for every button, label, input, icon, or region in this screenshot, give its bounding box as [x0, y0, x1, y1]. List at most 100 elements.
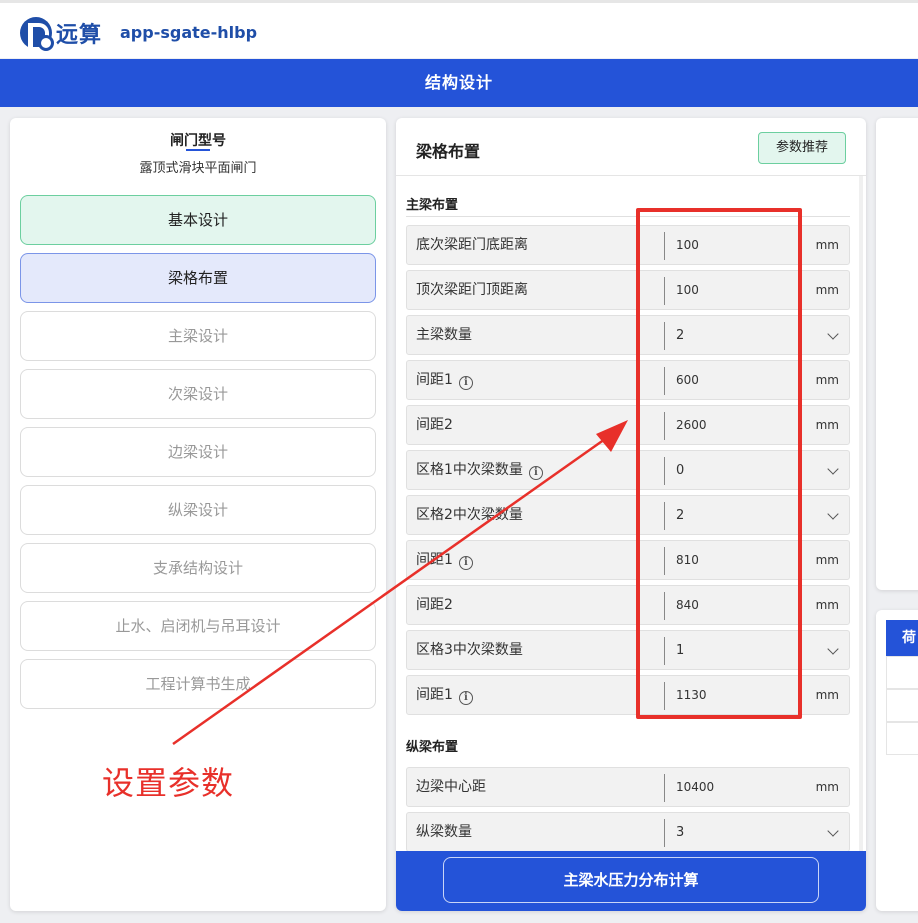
unit-label: mm: [815, 598, 839, 612]
unit-label: mm: [815, 553, 839, 567]
step-item[interactable]: 边梁设计: [20, 427, 376, 477]
field-label: 间距2: [416, 406, 453, 444]
field-label: 底次梁距门底距离: [416, 226, 528, 264]
form-row: 主梁数量: [406, 315, 850, 355]
form-row: 间距1 i mm: [406, 540, 850, 580]
chevron-down-icon[interactable]: [827, 328, 839, 340]
top-bar: 远算 app-sgate-hlbp: [0, 0, 918, 58]
info-icon[interactable]: i: [458, 556, 473, 570]
field-divider: [664, 682, 665, 710]
form-row: 间距2 mm: [406, 405, 850, 445]
logo-icon: [20, 17, 54, 51]
field-label-text: 区格3中次梁数量: [416, 642, 523, 658]
field-label-text: 间距1: [416, 687, 453, 703]
field-label-text: 间距2: [416, 417, 453, 433]
value-input[interactable]: [666, 587, 806, 623]
field-divider: [664, 277, 665, 305]
value-input[interactable]: [666, 542, 806, 578]
info-icon[interactable]: i: [458, 691, 473, 705]
field-label-text: 主梁数量: [416, 327, 472, 343]
right-load-panel: 荷: [876, 610, 918, 911]
form-row: 边梁中心距 mm: [406, 767, 850, 807]
form-row: 区格1中次梁数量 i: [406, 450, 850, 490]
panel-title: 梁格布置: [416, 142, 481, 161]
count-select[interactable]: [666, 497, 806, 533]
value-input[interactable]: [666, 227, 806, 263]
chevron-down-icon[interactable]: [827, 463, 839, 475]
unit-label: mm: [815, 418, 839, 432]
logo[interactable]: 远算: [20, 17, 102, 51]
field-label-text: 间距1: [416, 552, 453, 568]
info-icon[interactable]: i: [458, 376, 473, 390]
count-select[interactable]: [666, 814, 806, 850]
value-input[interactable]: [666, 362, 806, 398]
count-select[interactable]: [666, 452, 806, 488]
field-divider: [664, 232, 665, 260]
field-label-text: 边梁中心距: [416, 779, 486, 795]
annotation-label: 设置参数: [102, 764, 235, 802]
load-tab[interactable]: 荷: [886, 620, 918, 656]
value-input[interactable]: [666, 677, 806, 713]
page-title: 结构设计: [0, 59, 918, 107]
field-label: 区格3中次梁数量: [416, 631, 523, 669]
step-item[interactable]: 基本设计: [20, 195, 376, 245]
chevron-down-icon[interactable]: [827, 825, 839, 837]
form-row: 顶次梁距门顶距离 mm: [406, 270, 850, 310]
unit-label: mm: [815, 283, 839, 297]
gate-type-value: 露顶式滑块平面闸门: [139, 161, 257, 176]
chevron-down-icon[interactable]: [827, 508, 839, 520]
field-label-text: 纵梁数量: [416, 824, 472, 840]
footer-bar: 主梁水压力分布计算: [396, 851, 866, 911]
form-row: 纵梁数量: [406, 812, 850, 852]
field-divider: [664, 637, 665, 665]
scrollbar[interactable]: [859, 176, 863, 856]
unit-label: mm: [815, 238, 839, 252]
form-row: 间距2 mm: [406, 585, 850, 625]
step-item[interactable]: 止水、启闭机与吊耳设计: [20, 601, 376, 651]
field-label-text: 间距2: [416, 597, 453, 613]
form-row: 底次梁距门底距离 mm: [406, 225, 850, 265]
calc-pressure-button[interactable]: 主梁水压力分布计算: [443, 857, 819, 903]
gate-type-label: 闸门型号: [170, 133, 226, 149]
field-label: 间距1 i: [416, 361, 473, 399]
step-item[interactable]: 支承结构设计: [20, 543, 376, 593]
step-item[interactable]: 主梁设计: [20, 311, 376, 361]
form-row: 间距1 i mm: [406, 360, 850, 400]
step-item[interactable]: 工程计算书生成: [20, 659, 376, 709]
step-item[interactable]: 纵梁设计: [20, 485, 376, 535]
step-item[interactable]: 梁格布置: [20, 253, 376, 303]
value-input[interactable]: [666, 272, 806, 308]
field-label: 间距1 i: [416, 676, 473, 714]
app-name: app-sgate-hlbp: [120, 23, 258, 42]
recommend-params-button[interactable]: 参数推荐: [758, 132, 846, 164]
field-divider: [664, 412, 665, 440]
form-row: 区格3中次梁数量: [406, 630, 850, 670]
field-label: 间距1 i: [416, 541, 473, 579]
table-row: [886, 689, 918, 722]
section-divider: [406, 216, 850, 217]
field-label: 纵梁数量: [416, 813, 472, 851]
value-input[interactable]: [666, 407, 806, 443]
field-label-text: 区格1中次梁数量: [416, 462, 523, 478]
field-label: 区格2中次梁数量: [416, 496, 523, 534]
gate-type-underline: [186, 149, 210, 151]
count-select[interactable]: [666, 632, 806, 668]
field-divider: [664, 547, 665, 575]
field-divider: [664, 592, 665, 620]
unit-label: mm: [815, 780, 839, 794]
field-divider: [664, 367, 665, 395]
field-label: 主梁数量: [416, 316, 472, 354]
unit-label: mm: [815, 688, 839, 702]
chevron-down-icon[interactable]: [827, 643, 839, 655]
right-preview-panel: [876, 118, 918, 590]
field-divider: [664, 502, 665, 530]
longitudinal-section-title: 纵梁布置: [406, 740, 459, 755]
form-row: 间距1 i mm: [406, 675, 850, 715]
step-item[interactable]: 次梁设计: [20, 369, 376, 419]
field-label: 边梁中心距: [416, 768, 486, 806]
field-label-text: 底次梁距门底距离: [416, 237, 528, 253]
info-icon[interactable]: i: [528, 466, 543, 480]
count-select[interactable]: [666, 317, 806, 353]
field-divider: [664, 322, 665, 350]
value-input[interactable]: [666, 769, 806, 805]
